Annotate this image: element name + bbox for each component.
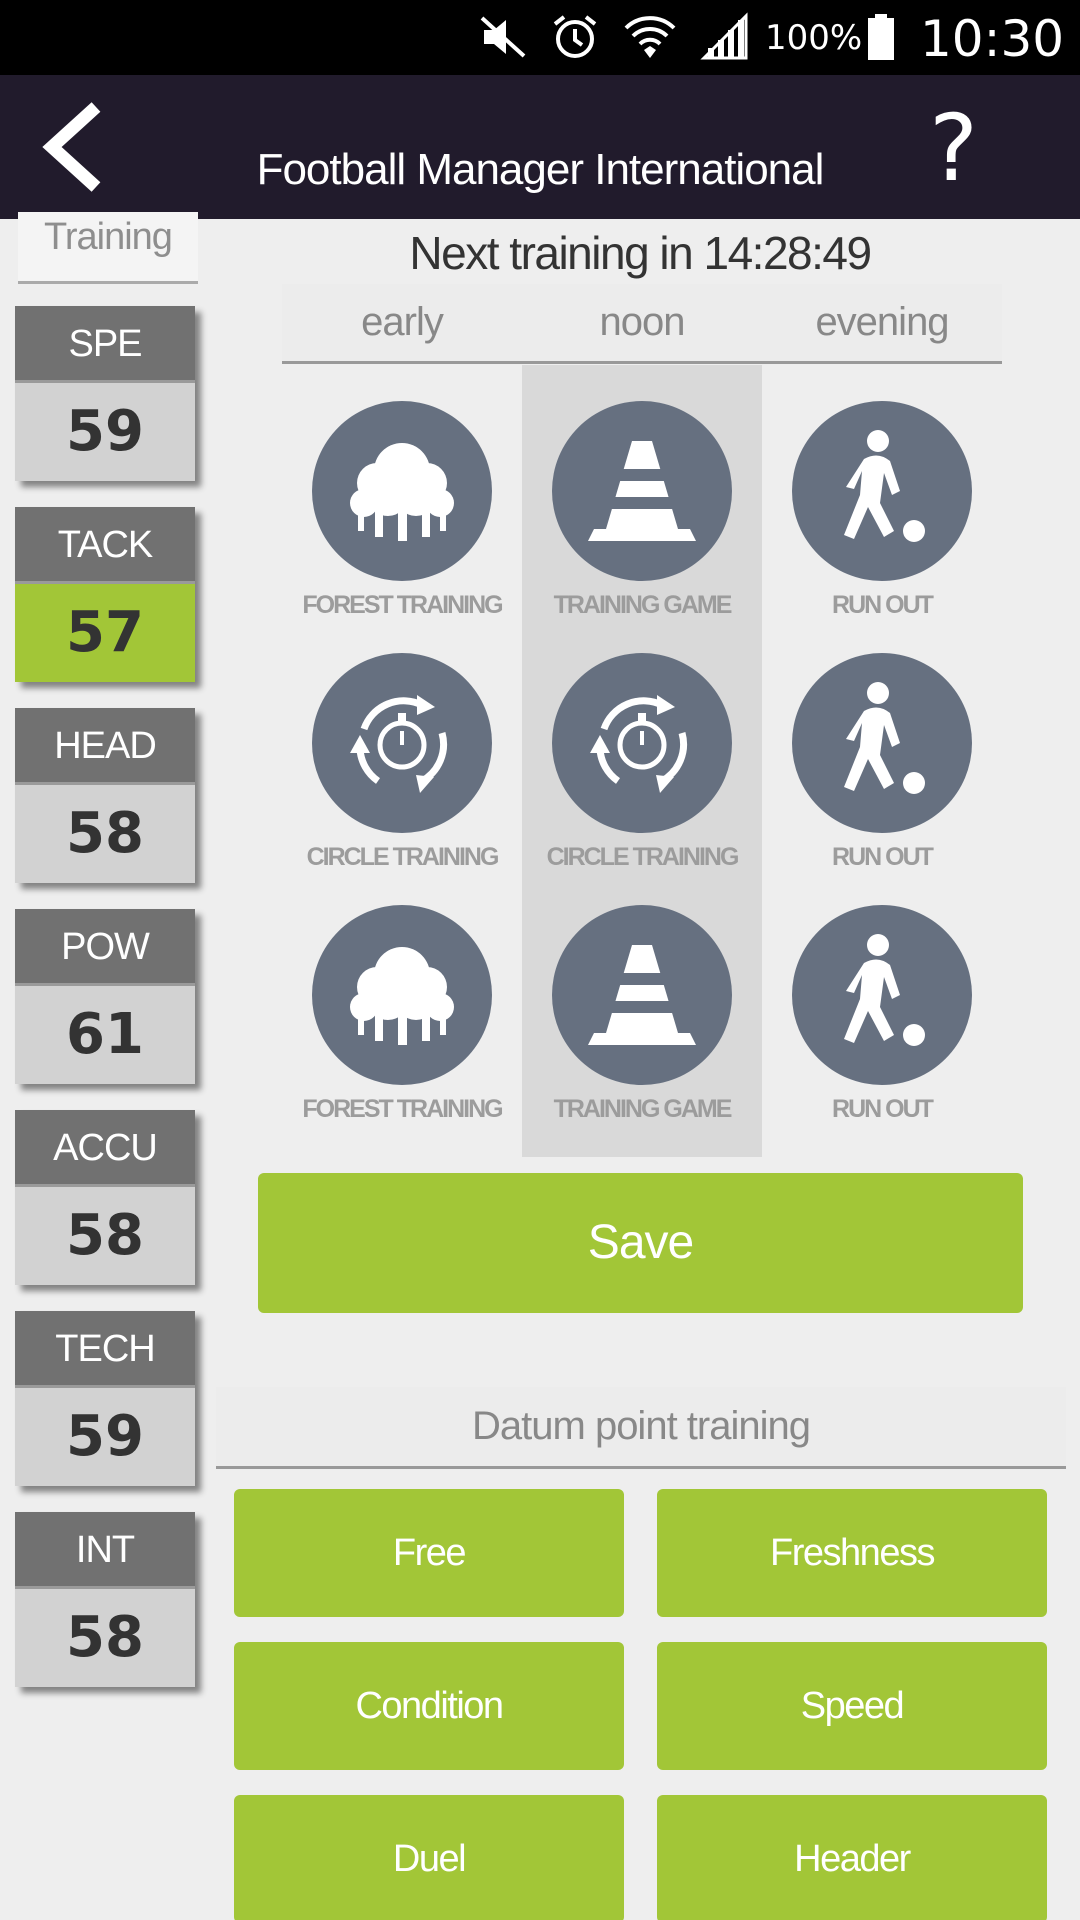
trees-icon bbox=[312, 401, 492, 581]
player-ball-icon bbox=[792, 401, 972, 581]
clock: 10:30 bbox=[920, 10, 1065, 68]
player-ball-icon bbox=[792, 653, 972, 833]
stat-card-tack: TACK 57 bbox=[15, 507, 195, 682]
stat-value: 59 bbox=[15, 1388, 195, 1486]
stat-value: 59 bbox=[15, 383, 195, 481]
stat-card-head: HEAD 58 bbox=[15, 708, 195, 883]
datum-duel-button[interactable]: Duel bbox=[234, 1795, 624, 1920]
trees-icon bbox=[312, 905, 492, 1085]
save-button[interactable]: Save bbox=[258, 1173, 1023, 1313]
stat-label: TECH bbox=[15, 1311, 195, 1388]
stat-card-accu: ACCU 58 bbox=[15, 1110, 195, 1285]
stat-card-tech: TECH 59 bbox=[15, 1311, 195, 1486]
cone-icon bbox=[552, 401, 732, 581]
stat-value: 61 bbox=[15, 986, 195, 1084]
training-cell-noon-2[interactable]: CIRCLE TRAINING bbox=[522, 653, 762, 872]
training-label: RUN OUT bbox=[832, 1095, 934, 1123]
training-cell-early-3[interactable]: FOREST TRAINING bbox=[282, 905, 522, 1124]
stopwatch-cycle-icon bbox=[552, 653, 732, 833]
help-button[interactable]: ? bbox=[929, 95, 978, 202]
training-cell-noon-1[interactable]: TRAINING GAME bbox=[522, 401, 762, 620]
datum-section-title: Datum point training bbox=[216, 1387, 1066, 1469]
stat-label: INT bbox=[15, 1512, 195, 1589]
stat-card-spe: SPE 59 bbox=[15, 306, 195, 481]
cone-icon bbox=[552, 905, 732, 1085]
stat-label: HEAD bbox=[15, 708, 195, 785]
stat-card-int: INT 58 bbox=[15, 1512, 195, 1687]
status-bar: 100% 10:30 bbox=[0, 0, 1080, 75]
back-arrow-icon[interactable] bbox=[38, 99, 108, 195]
datum-header-button[interactable]: Header bbox=[657, 1795, 1047, 1920]
tab-noon[interactable]: noon bbox=[522, 284, 762, 361]
next-training-countdown: Next training in 14:28:49 bbox=[409, 227, 872, 279]
mute-icon bbox=[480, 16, 526, 58]
tab-early[interactable]: early bbox=[282, 284, 522, 361]
training-label: CIRCLE TRAINING bbox=[306, 843, 500, 871]
training-label: TRAINING GAME bbox=[553, 591, 733, 619]
training-label: RUN OUT bbox=[832, 843, 934, 871]
training-cell-evening-3[interactable]: RUN OUT bbox=[762, 905, 1002, 1124]
sidebar-title: Training bbox=[18, 212, 198, 284]
battery-percentage: 100% bbox=[765, 18, 863, 58]
time-slot-tabs: early noon evening bbox=[282, 284, 1002, 364]
wifi-icon bbox=[624, 16, 676, 58]
stat-value: 57 bbox=[15, 584, 195, 682]
training-label: CIRCLE TRAINING bbox=[546, 843, 740, 871]
training-label: RUN OUT bbox=[832, 591, 934, 619]
training-cell-noon-3[interactable]: TRAINING GAME bbox=[522, 905, 762, 1124]
stat-label: POW bbox=[15, 909, 195, 986]
training-label: TRAINING GAME bbox=[553, 1095, 733, 1123]
stat-value: 58 bbox=[15, 1187, 195, 1285]
signal-icon bbox=[700, 12, 748, 60]
page-title: Football Manager International bbox=[256, 145, 825, 194]
training-cell-early-1[interactable]: FOREST TRAINING bbox=[282, 401, 522, 620]
datum-condition-button[interactable]: Condition bbox=[234, 1642, 624, 1770]
stat-label: SPE bbox=[15, 306, 195, 383]
stat-card-pow: POW 61 bbox=[15, 909, 195, 1084]
datum-freshness-button[interactable]: Freshness bbox=[657, 1489, 1047, 1617]
training-label: FOREST TRAINING bbox=[302, 591, 503, 619]
stat-value: 58 bbox=[15, 1589, 195, 1687]
app-header: Football Manager International ? bbox=[0, 75, 1080, 219]
training-cell-evening-2[interactable]: RUN OUT bbox=[762, 653, 1002, 872]
stat-label: ACCU bbox=[15, 1110, 195, 1187]
alarm-icon bbox=[553, 15, 597, 58]
stat-value: 58 bbox=[15, 785, 195, 883]
datum-speed-button[interactable]: Speed bbox=[657, 1642, 1047, 1770]
stopwatch-cycle-icon bbox=[312, 653, 492, 833]
datum-free-button[interactable]: Free bbox=[234, 1489, 624, 1617]
stat-label: TACK bbox=[15, 507, 195, 584]
training-cell-early-2[interactable]: CIRCLE TRAINING bbox=[282, 653, 522, 872]
training-label: FOREST TRAINING bbox=[302, 1095, 503, 1123]
tab-evening[interactable]: evening bbox=[762, 284, 1002, 361]
battery-icon bbox=[868, 14, 894, 60]
training-cell-evening-1[interactable]: RUN OUT bbox=[762, 401, 1002, 620]
player-ball-icon bbox=[792, 905, 972, 1085]
